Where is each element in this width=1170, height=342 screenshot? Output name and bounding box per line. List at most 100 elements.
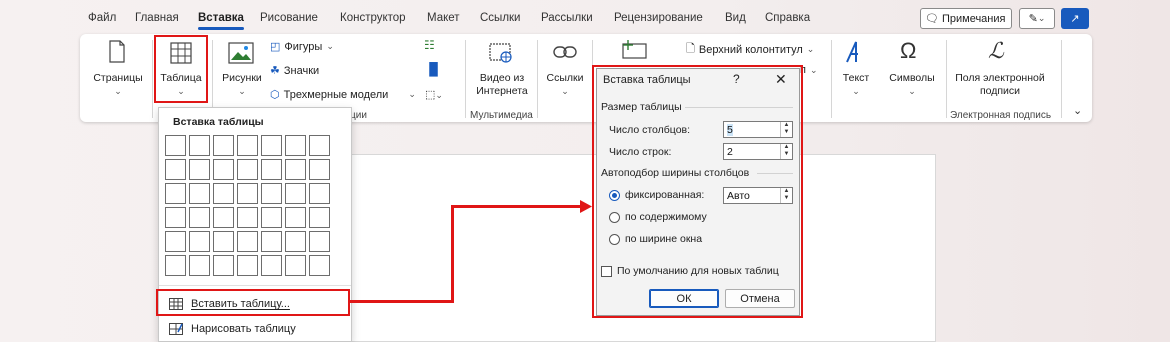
media-group-label: Мультимедиа bbox=[470, 110, 533, 121]
grid-cell[interactable] bbox=[309, 159, 330, 180]
tab-layout[interactable]: Макет bbox=[427, 12, 460, 24]
signature-line-label-2: подписи bbox=[979, 85, 1021, 97]
grid-cell[interactable] bbox=[165, 183, 186, 204]
omega-icon: Ω bbox=[900, 38, 917, 63]
tab-help[interactable]: Справка bbox=[765, 12, 810, 24]
text-box-icon bbox=[846, 41, 858, 63]
grid-cell[interactable] bbox=[309, 207, 330, 228]
grid-cell[interactable] bbox=[189, 231, 210, 252]
signature-line-button[interactable]: Поля электронной подписи bbox=[950, 72, 1050, 98]
grid-cell[interactable] bbox=[189, 183, 210, 204]
grid-cell[interactable] bbox=[213, 183, 234, 204]
grid-cell[interactable] bbox=[285, 159, 306, 180]
chevron-down-icon: ⌄ bbox=[809, 64, 818, 75]
divider bbox=[537, 40, 538, 118]
draw-table-label: Нарисовать таблицу bbox=[191, 323, 296, 335]
3d-models-button[interactable]: ⬡ Трехмерные модели ⌄ bbox=[270, 88, 416, 102]
chevron-down-icon: ⌄ bbox=[806, 44, 815, 54]
tab-file[interactable]: Файл bbox=[88, 12, 116, 24]
grid-cell[interactable] bbox=[237, 255, 258, 276]
grid-cell[interactable] bbox=[165, 207, 186, 228]
grid-cell[interactable] bbox=[213, 135, 234, 156]
pictures-icon bbox=[228, 42, 254, 64]
tab-review[interactable]: Рецензирование bbox=[614, 12, 703, 24]
divider bbox=[159, 285, 351, 286]
grid-cell[interactable] bbox=[213, 231, 234, 252]
grid-cell[interactable] bbox=[285, 255, 306, 276]
grid-cell[interactable] bbox=[213, 207, 234, 228]
grid-cell[interactable] bbox=[261, 135, 282, 156]
tab-draw[interactable]: Рисование bbox=[260, 12, 318, 24]
illustrations-group-label: ции bbox=[350, 110, 367, 121]
pages-label: Страницы bbox=[93, 72, 143, 84]
pictures-button[interactable]: Рисунки ⌄ bbox=[218, 72, 266, 98]
grid-cell[interactable] bbox=[213, 255, 234, 276]
table-button-highlight bbox=[154, 35, 208, 103]
chevron-down-icon: ⌄ bbox=[408, 89, 416, 99]
draw-table-icon bbox=[169, 323, 183, 335]
pen-icon: ✎ bbox=[1028, 13, 1038, 25]
grid-cell[interactable] bbox=[285, 207, 306, 228]
header-icon: 🗋 bbox=[686, 43, 695, 55]
tab-home[interactable]: Главная bbox=[135, 12, 179, 24]
grid-cell[interactable] bbox=[261, 159, 282, 180]
grid-cell[interactable] bbox=[309, 135, 330, 156]
draw-table-menu-item[interactable]: Нарисовать таблицу bbox=[169, 323, 296, 335]
online-video-button[interactable]: Видео из Интернета bbox=[470, 72, 534, 98]
divider bbox=[152, 40, 153, 118]
screenshot-icon[interactable]: ⬚⌄ bbox=[425, 88, 443, 101]
grid-cell[interactable] bbox=[213, 159, 234, 180]
grid-cell[interactable] bbox=[189, 207, 210, 228]
grid-cell[interactable] bbox=[309, 231, 330, 252]
grid-cell[interactable] bbox=[309, 183, 330, 204]
grid-cell[interactable] bbox=[309, 255, 330, 276]
grid-cell[interactable] bbox=[261, 231, 282, 252]
grid-cell[interactable] bbox=[165, 255, 186, 276]
grid-cell[interactable] bbox=[261, 183, 282, 204]
icons-button[interactable]: ☘ Значки bbox=[270, 64, 320, 78]
comments-button[interactable]: 🗨 Примечания bbox=[920, 8, 1012, 29]
3d-models-label: Трехмерные модели bbox=[283, 88, 389, 101]
grid-cell[interactable] bbox=[237, 135, 258, 156]
shapes-label: Фигуры bbox=[284, 40, 323, 53]
grid-cell[interactable] bbox=[165, 159, 186, 180]
tab-view[interactable]: Вид bbox=[725, 12, 746, 24]
signature-line-label: Поля электронной bbox=[955, 72, 1045, 84]
grid-cell[interactable] bbox=[237, 159, 258, 180]
chevron-down-icon: ⌄ bbox=[326, 41, 334, 51]
pages-button[interactable]: Страницы ⌄ bbox=[90, 72, 146, 98]
grid-cell[interactable] bbox=[237, 207, 258, 228]
grid-cell[interactable] bbox=[165, 135, 186, 156]
grid-cell[interactable] bbox=[189, 135, 210, 156]
header-button[interactable]: 🗋 Верхний колонтитул ⌄ bbox=[686, 40, 814, 59]
chevron-down-icon: ⌄ bbox=[852, 86, 860, 96]
tab-insert[interactable]: Вставка bbox=[198, 12, 244, 30]
share-button[interactable]: ↗ bbox=[1061, 8, 1089, 29]
link-icon bbox=[553, 46, 577, 58]
shapes-button[interactable]: ◰ Фигуры ⌄ bbox=[270, 40, 334, 54]
comments-label: Примечания bbox=[941, 12, 1006, 25]
table-size-grid[interactable] bbox=[165, 135, 330, 276]
links-button[interactable]: Ссылки ⌄ bbox=[542, 72, 588, 98]
header-label: Верхний колонтитул bbox=[698, 43, 803, 56]
tab-mailings[interactable]: Рассылки bbox=[541, 12, 593, 24]
text-button[interactable]: Текст ⌄ bbox=[836, 72, 876, 98]
icons-label: Значки bbox=[283, 64, 320, 77]
grid-cell[interactable] bbox=[285, 135, 306, 156]
tab-design[interactable]: Конструктор bbox=[340, 12, 406, 24]
grid-cell[interactable] bbox=[261, 255, 282, 276]
grid-cell[interactable] bbox=[189, 159, 210, 180]
tab-references[interactable]: Ссылки bbox=[480, 12, 521, 24]
grid-cell[interactable] bbox=[285, 231, 306, 252]
grid-cell[interactable] bbox=[189, 255, 210, 276]
symbols-button[interactable]: Символы ⌄ bbox=[884, 72, 940, 98]
grid-cell[interactable] bbox=[165, 231, 186, 252]
divider bbox=[1061, 40, 1062, 118]
grid-cell[interactable] bbox=[237, 183, 258, 204]
grid-cell[interactable] bbox=[285, 183, 306, 204]
editing-mode-button[interactable]: ✎ ⌄ bbox=[1019, 8, 1055, 29]
chevron-down-icon: ⌄ bbox=[114, 86, 122, 96]
grid-cell[interactable] bbox=[261, 207, 282, 228]
grid-cell[interactable] bbox=[237, 231, 258, 252]
collapse-ribbon-icon[interactable]: ⌄ bbox=[1073, 104, 1082, 117]
